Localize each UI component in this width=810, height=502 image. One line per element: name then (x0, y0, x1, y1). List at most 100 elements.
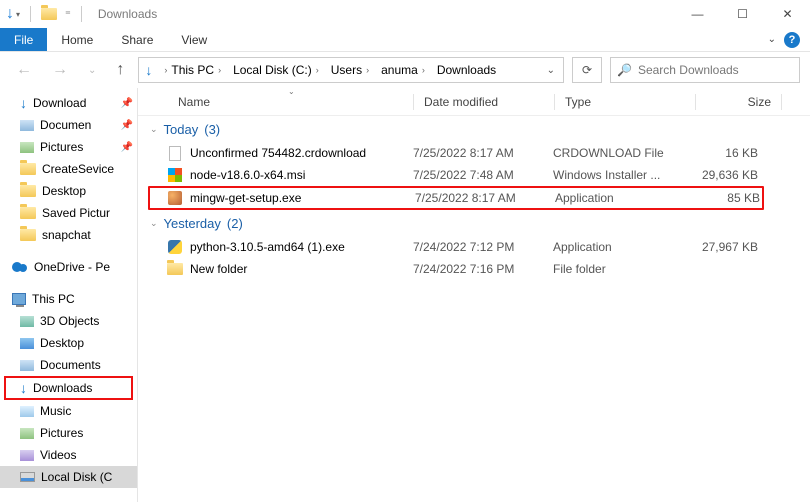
sidebar-item-label: Pictures (40, 140, 83, 154)
sidebar-item-this-pc[interactable]: This PC (0, 288, 137, 310)
download-icon: ↓ (20, 380, 27, 396)
file-size: 27,967 KB (688, 240, 758, 254)
folder-icon[interactable] (41, 8, 57, 20)
ribbon-expand-icon[interactable]: ⌄ (768, 34, 776, 45)
file-name: New folder (190, 262, 413, 276)
sidebar-item[interactable]: Documen📌 (0, 114, 137, 136)
documents-icon (20, 120, 34, 131)
file-row[interactable]: mingw-get-setup.exe7/25/2022 8:17 AMAppl… (148, 186, 764, 210)
navbar: ← → ⌄ ↑ ↓ ›This PC› Local Disk (C:)› Use… (0, 52, 810, 88)
breadcrumb-segment[interactable]: Local Disk (C:)› (229, 63, 327, 77)
this-pc-icon (12, 293, 26, 305)
file-type: Application (553, 240, 688, 254)
group-header[interactable]: ⌄Today(3) (138, 116, 810, 142)
download-icon: ↓ (20, 95, 27, 111)
python-icon (168, 240, 182, 254)
column-header-type[interactable]: Type (565, 95, 695, 109)
recent-locations-icon[interactable]: ⌄ (82, 65, 102, 76)
folder-icon (20, 229, 36, 241)
sidebar-item[interactable]: Desktop (0, 180, 137, 202)
group-header[interactable]: ⌄ Yesterday (2) (138, 210, 810, 236)
minimize-button[interactable]: — (675, 0, 720, 28)
navigation-pane[interactable]: ↓Download📌Documen📌Pictures📌CreateSeviceD… (0, 88, 138, 502)
sidebar-item[interactable]: Desktop (0, 332, 137, 354)
file-size: 29,636 KB (688, 168, 758, 182)
tab-home[interactable]: Home (47, 28, 107, 51)
titlebar: ↓ ▾ ⁼ Downloads — ☐ ✕ (0, 0, 810, 28)
sidebar-item-label: Documents (40, 358, 101, 372)
file-row[interactable]: New folder7/24/2022 7:16 PMFile folder (138, 258, 810, 280)
address-bar[interactable]: ↓ ›This PC› Local Disk (C:)› Users› anum… (138, 57, 564, 83)
search-icon: 🔍 (617, 63, 632, 77)
file-date: 7/25/2022 8:17 AM (413, 146, 553, 160)
app-icon[interactable]: ↓ (6, 5, 14, 23)
file-name: python-3.10.5-amd64 (1).exe (190, 240, 413, 254)
sidebar-item-label: snapchat (42, 228, 91, 242)
group-count: (3) (204, 122, 220, 137)
sidebar-item-label: Download (33, 96, 86, 110)
file-list[interactable]: ⌄ Name Date modified Type Size ⌄Today(3)… (138, 88, 810, 502)
tab-share[interactable]: Share (107, 28, 167, 51)
sidebar-item-label: Documen (40, 118, 91, 132)
folder-icon (20, 185, 36, 197)
help-icon[interactable]: ? (784, 32, 800, 48)
file-row[interactable]: node-v18.6.0-x64.msi7/25/2022 7:48 AMWin… (138, 164, 810, 186)
videos-icon (20, 450, 34, 461)
qat-overflow-icon[interactable]: ⁼ (65, 8, 71, 21)
application-icon (168, 191, 182, 205)
back-button[interactable]: ← (10, 61, 38, 79)
file-row[interactable]: Unconfirmed 754482.crdownload7/25/2022 8… (138, 142, 810, 164)
close-button[interactable]: ✕ (765, 0, 810, 28)
sidebar-item[interactable]: Pictures (0, 422, 137, 444)
sidebar-item[interactable]: snapchat (0, 224, 137, 246)
sidebar-item[interactable]: ↓Downloads (4, 376, 133, 400)
sidebar-item[interactable]: Local Disk (C (0, 466, 137, 488)
sidebar-item-label: CreateSevice (42, 162, 114, 176)
sidebar-item-label: This PC (32, 292, 75, 306)
forward-button[interactable]: → (46, 61, 74, 79)
sidebar-item[interactable]: Videos (0, 444, 137, 466)
qat-dropdown-icon[interactable]: ▾ (16, 10, 20, 19)
breadcrumb-segment[interactable]: anuma› (377, 63, 433, 77)
collapse-icon: ⌄ (150, 124, 158, 135)
column-header-size[interactable]: Size (706, 95, 781, 109)
pictures-icon (20, 142, 34, 153)
sidebar-item-label: Pictures (40, 426, 83, 440)
sidebar-item[interactable]: 3D Objects (0, 310, 137, 332)
sidebar-item-onedrive[interactable]: OneDrive - Pe (0, 256, 137, 278)
group-label: Yesterday (164, 216, 221, 231)
file-date: 7/24/2022 7:12 PM (413, 240, 553, 254)
sidebar-item[interactable]: Saved Pictur (0, 202, 137, 224)
group-count: (2) (227, 216, 243, 231)
sort-indicator-icon: ⌄ (288, 88, 295, 96)
location-icon: ↓ (145, 62, 152, 78)
breadcrumb-segment[interactable]: ›This PC› (156, 63, 229, 77)
sidebar-item[interactable]: Documents (0, 354, 137, 376)
sidebar-item[interactable]: ↓Download📌 (0, 92, 137, 114)
file-row[interactable]: python-3.10.5-amd64 (1).exe7/24/2022 7:1… (138, 236, 810, 258)
collapse-icon: ⌄ (150, 218, 158, 229)
file-name: Unconfirmed 754482.crdownload (190, 146, 413, 160)
search-input[interactable]: 🔍 Search Downloads (610, 57, 800, 83)
sidebar-item-label: OneDrive - Pe (34, 260, 110, 274)
address-history-icon[interactable]: ⌄ (541, 65, 561, 76)
file-tab[interactable]: File (0, 28, 47, 51)
breadcrumb-segment[interactable]: Downloads (433, 63, 500, 77)
file-name: node-v18.6.0-x64.msi (190, 168, 413, 182)
folder-icon (20, 163, 36, 175)
column-header-name[interactable]: Name (178, 95, 413, 109)
sidebar-item[interactable]: CreateSevice (0, 158, 137, 180)
sidebar-item-label: Local Disk (C (41, 470, 112, 484)
sidebar-item[interactable]: Pictures📌 (0, 136, 137, 158)
maximize-button[interactable]: ☐ (720, 0, 765, 28)
sidebar-item-label: Desktop (40, 336, 84, 350)
column-headers[interactable]: ⌄ Name Date modified Type Size (138, 88, 810, 116)
file-icon (169, 146, 181, 161)
breadcrumb-segment[interactable]: Users› (327, 63, 377, 77)
sidebar-item[interactable]: Music (0, 400, 137, 422)
tab-view[interactable]: View (167, 28, 221, 51)
column-header-date[interactable]: Date modified (424, 95, 554, 109)
refresh-button[interactable]: ⟳ (572, 57, 602, 83)
music-icon (20, 406, 34, 417)
up-button[interactable]: ↑ (110, 61, 130, 79)
